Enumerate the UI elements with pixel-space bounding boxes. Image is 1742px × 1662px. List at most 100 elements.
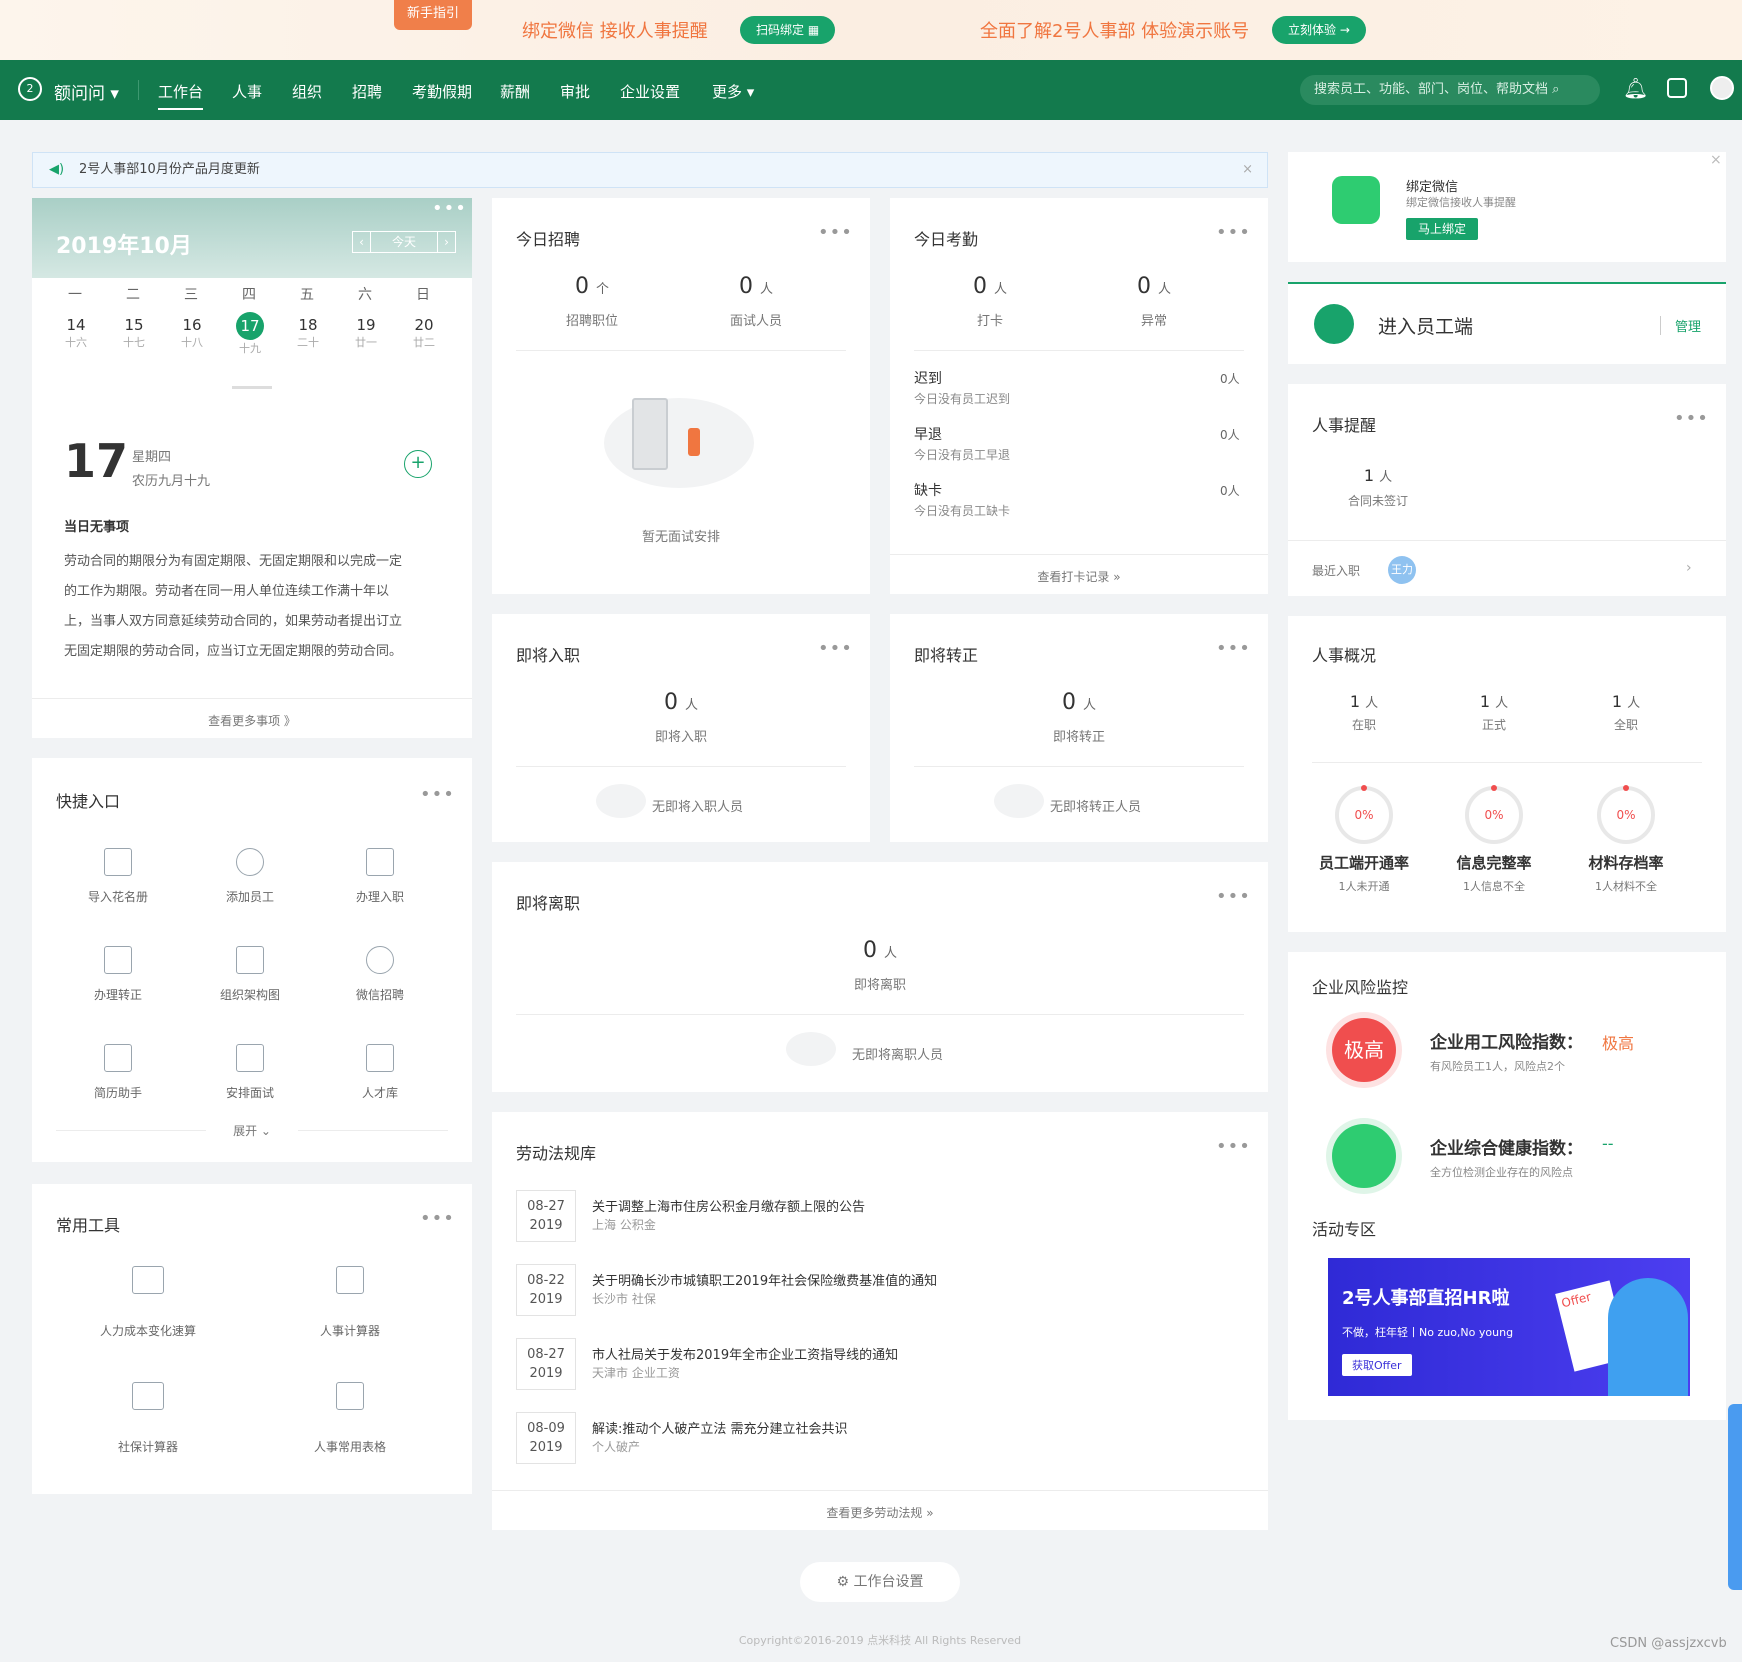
- schedule-interview-icon[interactable]: [236, 1044, 264, 1072]
- manage-link[interactable]: 管理: [1660, 316, 1701, 335]
- resume-helper-icon[interactable]: [104, 1044, 132, 1072]
- day-cell[interactable]: 15 十七: [114, 316, 154, 350]
- more-events-link[interactable]: 查看更多事项 》: [32, 712, 472, 729]
- rate-ring[interactable]: 0%: [1597, 785, 1655, 844]
- nav-workbench[interactable]: 工作台: [158, 81, 204, 110]
- global-search-input[interactable]: 搜索员工、功能、部门、岗位、帮助文档 ⌕: [1300, 75, 1600, 105]
- company-switcher[interactable]: 额问问 ▾: [54, 79, 119, 104]
- law-item-title[interactable]: 解读:推动个人破产立法 需充分建立社会共识: [592, 1418, 848, 1437]
- more-icon[interactable]: •••: [1216, 1136, 1251, 1157]
- try-now-button[interactable]: 立刻体验 →: [1272, 16, 1366, 44]
- leave-count[interactable]: 0 人: [820, 938, 940, 963]
- prev-icon[interactable]: ‹: [353, 232, 371, 252]
- side-help-toolbar[interactable]: [1728, 1404, 1742, 1590]
- avatar[interactable]: [1710, 76, 1734, 100]
- risk-index-name: 企业用工风险指数：: [1430, 1033, 1583, 1053]
- next-icon[interactable]: ›: [437, 232, 455, 252]
- regular-count[interactable]: 0 人: [1019, 690, 1139, 715]
- nav-approval[interactable]: 审批: [560, 81, 590, 102]
- more-icon[interactable]: •••: [420, 784, 455, 805]
- calendar-more-icon[interactable]: •••: [432, 198, 467, 219]
- law-item-title[interactable]: 市人社局关于发布2019年全市企业工资指导线的通知: [592, 1344, 898, 1363]
- bind-now-button[interactable]: 马上绑定: [1406, 218, 1479, 240]
- tool-label[interactable]: 人力成本变化速算: [88, 1322, 208, 1339]
- employee-portal-card[interactable]: 进入员工端 管理: [1288, 282, 1726, 364]
- nav-personnel[interactable]: 人事: [232, 81, 262, 102]
- onboarding-icon[interactable]: [366, 848, 394, 876]
- cost-calc-icon[interactable]: [132, 1266, 164, 1294]
- quick-item-label[interactable]: 添加员工: [190, 888, 310, 905]
- beginner-guide-tag[interactable]: 新手指引: [394, 0, 472, 30]
- nav-recruitment[interactable]: 招聘: [352, 81, 382, 102]
- more-icon[interactable]: •••: [818, 638, 853, 659]
- tool-label[interactable]: 人事计算器: [290, 1322, 410, 1339]
- activity-banner[interactable]: 2号人事部直招HR啦 不做，枉年轻丨No zuo,No young 获取Offe…: [1328, 1258, 1690, 1396]
- law-item-title[interactable]: 关于明确长沙市城镇职工2019年社会保险缴费基准值的通知: [592, 1270, 937, 1289]
- nav-organization[interactable]: 组织: [292, 81, 322, 102]
- announcement-bar[interactable]: ◀) 2号人事部10月份产品月度更新 ×: [32, 152, 1268, 188]
- law-item-title[interactable]: 关于调整上海市住房公积金月缴存额上限的公告: [592, 1196, 865, 1215]
- clock-in-count[interactable]: 0 人: [930, 274, 1050, 299]
- social-security-calc-icon[interactable]: [132, 1382, 164, 1410]
- more-icon[interactable]: •••: [1216, 886, 1251, 907]
- rate-ring[interactable]: 0%: [1335, 785, 1393, 844]
- quick-item-label[interactable]: 导入花名册: [58, 888, 178, 905]
- active-count[interactable]: 1 人: [1304, 692, 1424, 711]
- more-icon[interactable]: •••: [818, 222, 853, 243]
- nav-more[interactable]: 更多 ▾: [712, 81, 754, 102]
- talent-pool-icon[interactable]: [366, 1044, 394, 1072]
- quick-item-label[interactable]: 微信招聘: [320, 986, 440, 1003]
- drag-handle[interactable]: [232, 386, 272, 389]
- nav-company-settings[interactable]: 企业设置: [620, 81, 680, 102]
- day-cell[interactable]: 20 廿二: [404, 316, 444, 350]
- import-roster-icon[interactable]: [104, 848, 132, 876]
- add-employee-icon[interactable]: [236, 848, 264, 876]
- get-offer-button[interactable]: 获取Offer: [1342, 1354, 1412, 1376]
- more-icon[interactable]: •••: [1216, 222, 1251, 243]
- day-cell-selected[interactable]: 17 十九: [230, 312, 270, 356]
- nav-attendance[interactable]: 考勤假期: [412, 81, 472, 102]
- regularization-icon[interactable]: [104, 946, 132, 974]
- add-event-icon[interactable]: +: [404, 450, 432, 478]
- workbench-settings-button[interactable]: ⚙ 工作台设置: [800, 1562, 960, 1602]
- today-button[interactable]: ‹ 今天 ›: [352, 231, 456, 253]
- avatar[interactable]: 王力: [1388, 556, 1416, 584]
- org-chart-icon[interactable]: [236, 946, 264, 974]
- more-icon[interactable]: •••: [1216, 638, 1251, 659]
- day-cell[interactable]: 18 二十: [288, 316, 328, 350]
- quick-item-label[interactable]: 办理转正: [58, 986, 178, 1003]
- more-icon[interactable]: •••: [420, 1208, 455, 1229]
- abnormal-count[interactable]: 0 人: [1094, 274, 1214, 299]
- nav-salary[interactable]: 薪酬: [500, 81, 530, 102]
- scan-bind-button[interactable]: 扫码绑定 ▦: [740, 16, 836, 44]
- interviewees-count[interactable]: 0 人: [696, 274, 816, 299]
- close-icon[interactable]: ×: [1710, 152, 1722, 168]
- quick-item-label[interactable]: 安排面试: [190, 1084, 310, 1101]
- hr-calculator-icon[interactable]: [336, 1266, 364, 1294]
- unsigned-contract-count[interactable]: 1 人: [1318, 466, 1438, 485]
- tool-label[interactable]: 人事常用表格: [290, 1438, 410, 1455]
- more-icon[interactable]: •••: [1674, 408, 1709, 429]
- quick-item-label[interactable]: 人才库: [320, 1084, 440, 1101]
- expand-button[interactable]: 展开 ⌄: [212, 1122, 292, 1139]
- onboard-count[interactable]: 0 人: [621, 690, 741, 715]
- day-cell[interactable]: 16 十八: [172, 316, 212, 350]
- quick-item-label[interactable]: 组织架构图: [190, 986, 310, 1003]
- clock-records-link[interactable]: 查看打卡记录 »: [890, 568, 1268, 585]
- tool-label[interactable]: 社保计算器: [88, 1438, 208, 1455]
- chevron-right-icon[interactable]: ›: [1686, 560, 1692, 576]
- open-positions-count[interactable]: 0 个: [532, 274, 652, 299]
- more-laws-link[interactable]: 查看更多劳动法规 »: [492, 1504, 1268, 1521]
- wechat-recruit-icon[interactable]: [366, 946, 394, 974]
- close-icon[interactable]: ×: [1242, 153, 1253, 187]
- bell-icon[interactable]: 🔔︎: [1623, 76, 1648, 100]
- day-cell[interactable]: 14 十六: [56, 316, 96, 350]
- formal-count[interactable]: 1 人: [1434, 692, 1554, 711]
- todo-icon[interactable]: [1667, 78, 1687, 98]
- day-cell[interactable]: 19 廿一: [346, 316, 386, 350]
- hr-forms-icon[interactable]: [336, 1382, 364, 1410]
- fulltime-count[interactable]: 1 人: [1566, 692, 1686, 711]
- quick-item-label[interactable]: 简历助手: [58, 1084, 178, 1101]
- quick-item-label[interactable]: 办理入职: [320, 888, 440, 905]
- rate-ring[interactable]: 0%: [1465, 785, 1523, 844]
